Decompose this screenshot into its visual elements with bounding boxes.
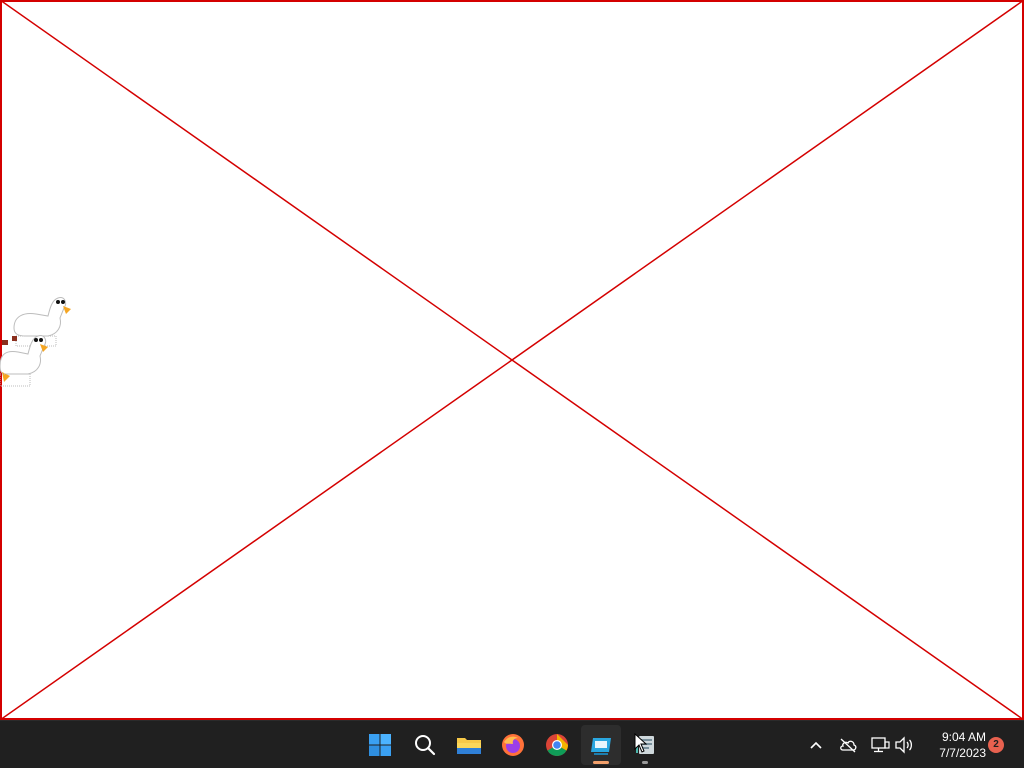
cloud-offline-icon (840, 738, 857, 753)
placeholder-cross (0, 0, 1024, 720)
notification-badge[interactable]: 2 (988, 737, 1004, 753)
folder-icon (457, 738, 481, 754)
search-icon (415, 735, 436, 756)
show-hidden-icons-button[interactable] (804, 733, 828, 757)
network-icon (871, 737, 890, 753)
volume-icon (895, 736, 913, 754)
network-button[interactable] (868, 733, 892, 757)
chrome-icon (546, 734, 568, 756)
chevron-up-icon (810, 741, 822, 749)
clock[interactable]: 9:04 AM 7/7/2023 (920, 729, 986, 761)
start-button[interactable] (360, 725, 400, 765)
chrome-button[interactable] (537, 725, 577, 765)
running-indicator (593, 761, 609, 764)
onedrive-button[interactable] (836, 733, 860, 757)
firefox-icon (502, 734, 524, 756)
window-app-icon (591, 738, 611, 755)
active-app-button[interactable] (581, 725, 621, 765)
taskbar: 9:04 AM 7/7/2023 2 (0, 720, 1024, 768)
clock-time: 9:04 AM (941, 730, 986, 744)
firefox-button[interactable] (493, 725, 533, 765)
clock-date: 7/7/2023 (939, 746, 986, 760)
goose-icon[interactable] (0, 332, 52, 388)
running-indicator (642, 761, 648, 764)
mouse-cursor-icon (634, 733, 648, 753)
desktop (0, 0, 1024, 720)
volume-button[interactable] (892, 733, 916, 757)
file-explorer-button[interactable] (449, 725, 489, 765)
windows-start-icon (369, 734, 391, 756)
search-button[interactable] (405, 725, 445, 765)
